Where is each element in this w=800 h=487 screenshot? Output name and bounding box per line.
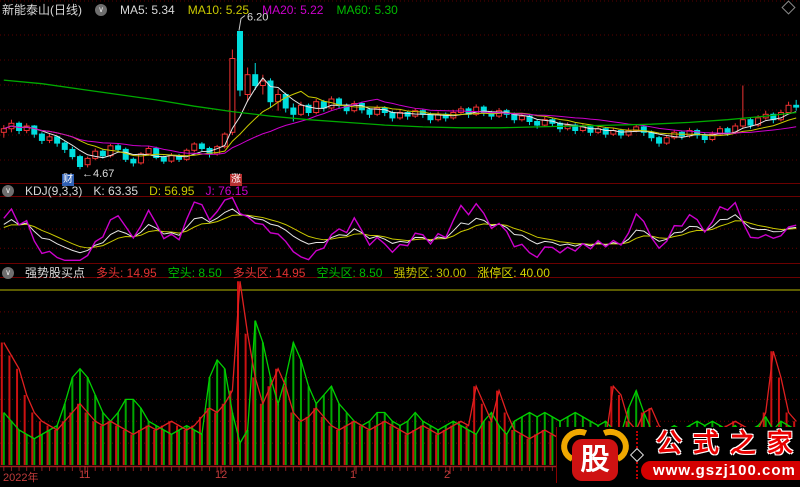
- trading-app-window: 6.20 ←4.67 新能泰山(日线) ∨ MA5: 5.34 MA10: 5.2…: [0, 0, 800, 487]
- stock-title: 新能泰山(日线): [2, 3, 82, 17]
- kongtouqu-value: 空头区: 8.50: [316, 266, 383, 280]
- kdj-title: KDJ(9,3,3): [25, 184, 83, 198]
- svg-text:←4.67: ←4.67: [82, 168, 114, 180]
- kdj-d-value: D: 56.95: [149, 184, 195, 198]
- charts-canvas[interactable]: 6.20←4.67: [0, 0, 800, 487]
- logo-url: www.gszj100.com: [641, 460, 800, 480]
- ma20-label: MA20: 5.22: [262, 2, 324, 17]
- main-chart-header: 新能泰山(日线) ∨ MA5: 5.34 MA10: 5.25 MA20: 5.…: [2, 1, 398, 18]
- gridlines: [0, 0, 800, 444]
- limit-up-badge-zhang[interactable]: 涨: [230, 174, 242, 186]
- ma60-label: MA60: 5.30: [336, 2, 398, 17]
- duotouqu-value: 多头区: 14.95: [232, 266, 306, 280]
- diamond-icon: [781, 0, 796, 15]
- axis-label-nov: 11: [79, 469, 91, 481]
- collapse-main-panel-icon[interactable]: ∨: [95, 3, 107, 16]
- axis-label-year: 2022年: [3, 472, 39, 484]
- logo-gu-character: 股: [580, 443, 610, 476]
- ma10-label: MA10: 5.25: [187, 2, 250, 17]
- kdj-k-value: K: 63.35: [93, 184, 139, 198]
- axis-label-feb: 2: [444, 469, 451, 481]
- ma5-label: MA5: 5.34: [120, 2, 175, 17]
- axis-label-dec: 12: [215, 469, 228, 481]
- gszj-watermark-logo: 股 公式之家 www.gszj100.com: [556, 423, 800, 483]
- kdj-j-value: J: 76.15: [205, 184, 249, 198]
- kongtou-value: 空头: 8.50: [167, 266, 222, 280]
- logo-brand-text: 公式之家: [655, 428, 800, 459]
- kdj-panel-header: ∨ KDJ(9,3,3) K: 63.35 D: 56.95 J: 76.15: [2, 184, 248, 198]
- sub-indicator-title: 强势股买点: [25, 266, 86, 280]
- candlestick-series: [0, 31, 800, 170]
- qiangshiqu-value: 强势区: 30.00: [393, 266, 467, 280]
- news-badge-cai[interactable]: 财: [62, 174, 74, 186]
- collapse-kdj-panel-icon[interactable]: ∨: [2, 185, 14, 197]
- axis-label-jan: 1: [350, 469, 357, 481]
- sub-indicator-header: ∨ 强势股买点 多头: 14.95 空头: 8.50 多头区: 14.95 空头…: [2, 264, 550, 281]
- bull-icon: 股: [556, 423, 634, 483]
- collapse-sub-panel-icon[interactable]: ∨: [2, 266, 14, 279]
- bull-head: 股: [572, 439, 618, 481]
- duotou-value: 多头: 14.95: [96, 266, 157, 280]
- zhangtingqu-value: 涨停区: 40.00: [477, 266, 550, 280]
- logo-divider: [629, 431, 645, 479]
